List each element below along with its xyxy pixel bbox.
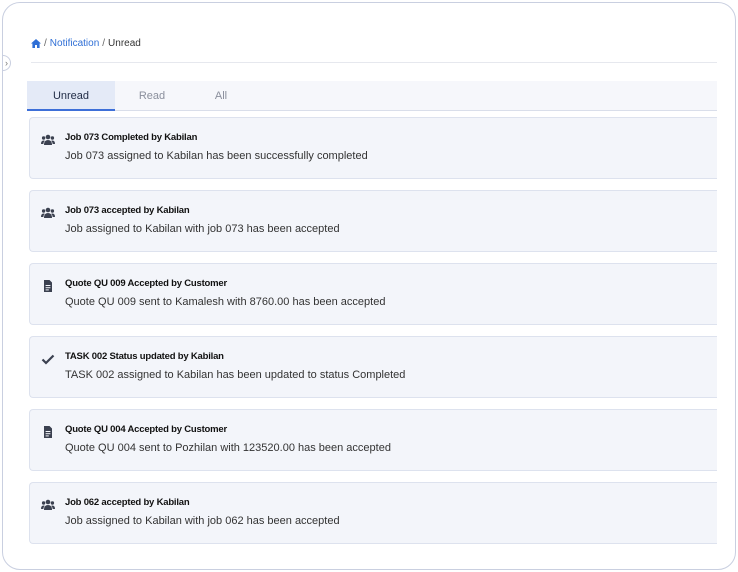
users-icon — [41, 134, 55, 145]
breadcrumb: / Notification / Unread — [31, 38, 141, 49]
sidebar-toggle-icon[interactable]: › — [3, 55, 11, 71]
users-icon — [41, 499, 55, 510]
notification-title: TASK 002 Status updated by Kabilan — [65, 351, 224, 362]
divider — [31, 62, 717, 63]
document-icon — [44, 426, 52, 438]
tab-unread[interactable]: Unread — [27, 81, 115, 111]
check-icon — [41, 354, 55, 365]
notification-body: Quote QU 009 sent to Kamalesh with 8760.… — [65, 296, 386, 308]
notification-title: Quote QU 009 Accepted by Customer — [65, 278, 227, 289]
notification-item[interactable]: Quote QU 009 Accepted by Customer Quote … — [29, 263, 717, 325]
notification-title: Job 073 Completed by Kabilan — [65, 132, 198, 143]
breadcrumb-separator: / — [44, 38, 47, 49]
tab-all[interactable]: All — [189, 81, 253, 111]
notification-title: Quote QU 004 Accepted by Customer — [65, 424, 227, 435]
notification-item[interactable]: TASK 002 Status updated by Kabilan TASK … — [29, 336, 717, 398]
app-frame: › / Notification / Unread Unread Read Al… — [2, 2, 736, 570]
notification-item[interactable]: Job 062 accepted by Kabilan Job assigned… — [29, 482, 717, 544]
breadcrumb-current: Unread — [108, 38, 141, 49]
notification-body: TASK 002 assigned to Kabilan has been up… — [65, 369, 406, 381]
home-icon[interactable] — [31, 39, 41, 48]
breadcrumb-notification-link[interactable]: Notification — [50, 38, 99, 49]
users-icon — [41, 207, 55, 218]
notification-body: Job assigned to Kabilan with job 073 has… — [65, 223, 340, 235]
notification-item[interactable]: Job 073 Completed by Kabilan Job 073 ass… — [29, 117, 717, 179]
notification-title: Job 073 accepted by Kabilan — [65, 205, 190, 216]
notification-body: Job 073 assigned to Kabilan has been suc… — [65, 150, 368, 162]
notification-body: Job assigned to Kabilan with job 062 has… — [65, 515, 340, 527]
breadcrumb-separator: / — [102, 38, 106, 49]
notification-item[interactable]: Job 073 accepted by Kabilan Job assigned… — [29, 190, 717, 252]
document-icon — [44, 280, 52, 292]
tab-read[interactable]: Read — [115, 81, 189, 111]
notification-title: Job 062 accepted by Kabilan — [65, 497, 190, 508]
notification-list: Job 073 Completed by Kabilan Job 073 ass… — [29, 117, 717, 555]
notification-item[interactable]: Quote QU 004 Accepted by Customer Quote … — [29, 409, 717, 471]
notification-body: Quote QU 004 sent to Pozhilan with 12352… — [65, 442, 391, 454]
notification-tabs: Unread Read All — [27, 81, 717, 111]
